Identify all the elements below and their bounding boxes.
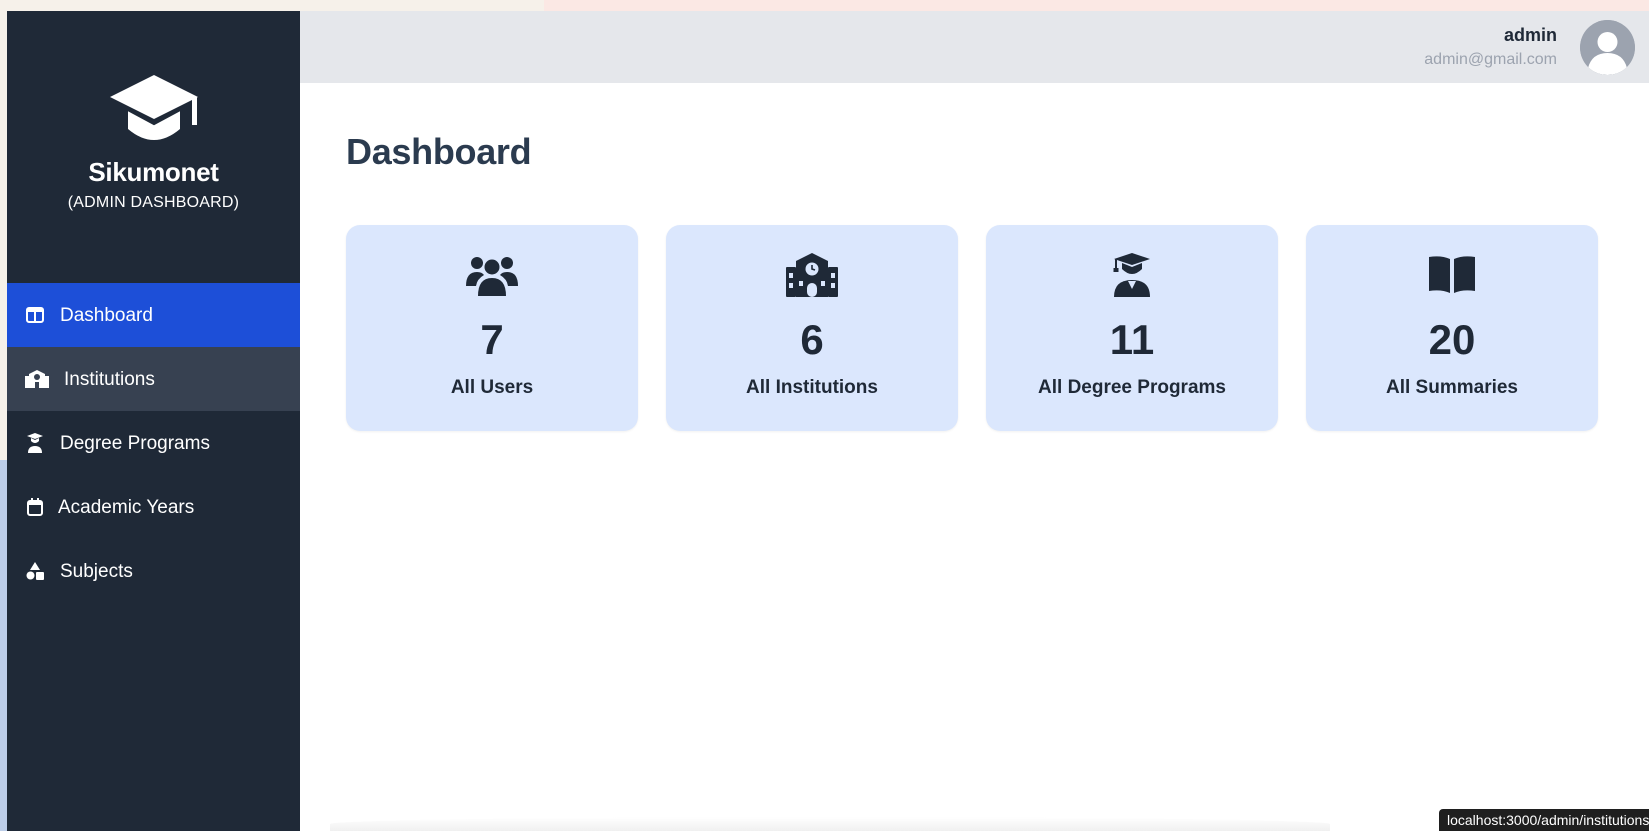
sidebar: Sikumonet (ADMIN DASHBOARD) Dashboard In…: [7, 11, 300, 831]
sidebar-item-label: Dashboard: [60, 304, 153, 326]
user-email: admin@gmail.com: [1424, 51, 1557, 68]
stat-value: 6: [800, 316, 824, 363]
users-icon: [466, 253, 518, 297]
stat-value: 11: [1109, 316, 1155, 363]
sidebar-item-institutions[interactable]: Institutions: [7, 347, 300, 411]
layout-icon: [24, 304, 46, 326]
sidebar-nav: Dashboard Institutions Degree Programs A…: [7, 283, 300, 603]
user-silhouette-icon: [1580, 19, 1635, 75]
school-icon: [786, 253, 838, 297]
dashboard-content: Dashboard 7 All Users 6 All Institutions…: [300, 83, 1649, 431]
avatar[interactable]: [1580, 19, 1635, 75]
topbar: admin admin@gmail.com: [300, 11, 1649, 83]
stat-card-summaries[interactable]: 20 All Summaries: [1306, 225, 1598, 431]
sidebar-item-subjects[interactable]: Subjects: [7, 539, 300, 603]
page-title: Dashboard: [346, 131, 532, 172]
user-info: admin admin@gmail.com: [1424, 25, 1557, 69]
user-name: admin: [1503, 25, 1557, 45]
link-status-url: localhost:3000/admin/institutions: [1439, 809, 1649, 831]
sidebar-item-degree-programs[interactable]: Degree Programs: [7, 411, 300, 475]
sidebar-item-academic-years[interactable]: Academic Years: [7, 475, 300, 539]
graduation-cap-logo-icon: [109, 75, 198, 140]
stat-value: 7: [480, 316, 504, 363]
stat-label: All Summaries: [1386, 377, 1518, 398]
app-window: Sikumonet (ADMIN DASHBOARD) Dashboard In…: [7, 11, 1649, 831]
brand-subtitle: (ADMIN DASHBOARD): [67, 194, 240, 211]
sidebar-item-label: Academic Years: [58, 496, 195, 518]
brand[interactable]: Sikumonet (ADMIN DASHBOARD): [7, 11, 300, 283]
stat-card-institutions[interactable]: 6 All Institutions: [666, 225, 958, 431]
sidebar-item-label: Institutions: [64, 368, 155, 390]
stats-cards: 7 All Users 6 All Institutions 11 All De…: [346, 225, 1603, 431]
stat-label: All Users: [450, 377, 534, 398]
book-open-icon: [1427, 253, 1477, 297]
stat-card-degree-programs[interactable]: 11 All Degree Programs: [986, 225, 1278, 431]
bottom-shadow: [330, 817, 1330, 831]
sidebar-item-dashboard[interactable]: Dashboard: [7, 283, 300, 347]
school-icon: [24, 368, 50, 390]
main-area: admin admin@gmail.com Dashboard 7 All Us…: [300, 11, 1649, 831]
sidebar-item-label: Degree Programs: [60, 432, 210, 454]
shapes-icon: [24, 560, 46, 582]
stat-label: All Degree Programs: [1038, 377, 1226, 398]
graduate-icon: [24, 432, 46, 454]
stat-card-users[interactable]: 7 All Users: [346, 225, 638, 431]
graduate-icon: [1112, 253, 1152, 297]
brand-name: Sikumonet: [88, 157, 219, 187]
sidebar-item-label: Subjects: [60, 560, 133, 582]
stat-value: 20: [1428, 316, 1476, 363]
stat-label: All Institutions: [746, 377, 878, 398]
calendar-icon: [24, 496, 46, 518]
